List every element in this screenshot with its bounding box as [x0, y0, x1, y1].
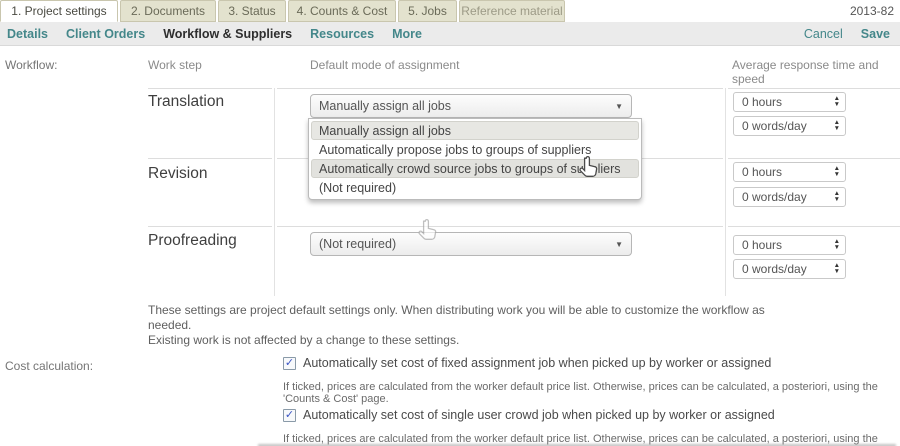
stepper-arrows-icon[interactable]: ▲▼ [834, 120, 840, 132]
proofreading-mode-select[interactable]: (Not required) ▼ [310, 232, 632, 256]
column-header-avg-response: Average response time and speed [732, 58, 900, 86]
work-step-proofreading: Proofreading [148, 232, 237, 250]
fixed-assignment-label: Automatically set cost of fixed assignme… [303, 356, 771, 370]
cost-section-label: Cost calculation: [5, 359, 93, 373]
translation-mode-value: Manually assign all jobs [319, 99, 615, 113]
project-settings-page: 1. Project settings 2. Documents 3. Stat… [0, 0, 900, 446]
cost-crowd-job-row: ✓ Automatically set cost of single user … [283, 408, 775, 422]
grid-line [277, 226, 723, 227]
main-tab-bar: 1. Project settings 2. Documents 3. Stat… [0, 0, 900, 22]
chevron-down-icon: ▼ [615, 102, 623, 111]
grid-line [148, 88, 272, 89]
workflow-section-label: Workflow: [5, 58, 57, 72]
column-header-work-step: Work step [148, 58, 202, 72]
work-step-translation: Translation [148, 93, 224, 111]
revision-speed-value: 0 words/day [742, 190, 834, 204]
proofreading-speed-stepper[interactable]: 0 words/day ▲▼ [733, 259, 846, 279]
dropdown-option-not-required[interactable]: (Not required) [311, 178, 639, 197]
workflow-note-line2: Existing work is not affected by a chang… [148, 333, 808, 348]
subnav-details[interactable]: Details [7, 27, 48, 41]
translation-speed-value: 0 words/day [742, 119, 834, 133]
hand-cursor-ghost-icon [415, 218, 439, 242]
translation-mode-select[interactable]: Manually assign all jobs ▼ [310, 94, 632, 118]
revision-speed-stepper[interactable]: 0 words/day ▲▼ [733, 187, 846, 207]
cost-fixed-assignment-row: ✓ Automatically set cost of fixed assign… [283, 356, 771, 370]
project-id: 2013-82 [850, 0, 900, 18]
translation-hours-value: 0 hours [742, 95, 834, 109]
cancel-button[interactable]: Cancel [804, 27, 843, 41]
grid-line [148, 226, 272, 227]
grid-line [728, 158, 900, 159]
proofreading-speed-value: 0 words/day [742, 262, 834, 276]
column-separator [725, 88, 726, 296]
stepper-arrows-icon[interactable]: ▲▼ [834, 239, 840, 251]
work-step-revision: Revision [148, 165, 207, 183]
subnav-resources[interactable]: Resources [310, 27, 374, 41]
subnav-more[interactable]: More [392, 27, 422, 41]
stepper-arrows-icon[interactable]: ▲▼ [834, 263, 840, 275]
subnav-workflow-suppliers[interactable]: Workflow & Suppliers [163, 27, 292, 41]
save-button[interactable]: Save [861, 27, 890, 41]
subnav-client-orders[interactable]: Client Orders [66, 27, 145, 41]
tab-documents[interactable]: 2. Documents [120, 0, 216, 22]
crowd-job-checkbox[interactable]: ✓ [283, 409, 296, 422]
grid-line [728, 88, 900, 89]
column-separator [274, 88, 275, 296]
fixed-assignment-checkbox[interactable]: ✓ [283, 357, 296, 370]
stepper-arrows-icon[interactable]: ▲▼ [834, 191, 840, 203]
translation-speed-stepper[interactable]: 0 words/day ▲▼ [733, 116, 846, 136]
dropdown-option-manual[interactable]: Manually assign all jobs [311, 121, 639, 140]
crowd-job-label: Automatically set cost of single user cr… [303, 408, 775, 422]
grid-line [148, 158, 272, 159]
workflow-note-line1: These settings are project default setti… [148, 303, 808, 333]
grid-line [277, 88, 723, 89]
revision-hours-stepper[interactable]: 0 hours ▲▼ [733, 162, 846, 182]
translation-hours-stepper[interactable]: 0 hours ▲▼ [733, 92, 846, 112]
stepper-arrows-icon[interactable]: ▲▼ [834, 96, 840, 108]
proofreading-hours-stepper[interactable]: 0 hours ▲▼ [733, 235, 846, 255]
stepper-arrows-icon[interactable]: ▲▼ [834, 166, 840, 178]
tab-status[interactable]: 3. Status [218, 0, 286, 22]
workflow-notes: These settings are project default setti… [148, 303, 808, 348]
proofreading-hours-value: 0 hours [742, 238, 834, 252]
tabbar-filler: 2013-82 [567, 0, 900, 22]
tab-counts-cost[interactable]: 4. Counts & Cost [288, 0, 396, 22]
tab-reference-material[interactable]: Reference material [459, 0, 565, 22]
fixed-assignment-hint: If ticked, prices are calculated from th… [283, 381, 900, 405]
revision-hours-value: 0 hours [742, 165, 834, 179]
tab-project-settings[interactable]: 1. Project settings [0, 0, 118, 22]
tab-jobs[interactable]: 5. Jobs [398, 0, 457, 22]
sub-nav-bar: Details Client Orders Workflow & Supplie… [0, 22, 900, 46]
column-header-default-mode: Default mode of assignment [310, 58, 459, 72]
hand-cursor-icon [576, 155, 600, 179]
proofreading-mode-value: (Not required) [319, 237, 615, 251]
chevron-down-icon: ▼ [615, 240, 623, 249]
grid-line [728, 226, 900, 227]
